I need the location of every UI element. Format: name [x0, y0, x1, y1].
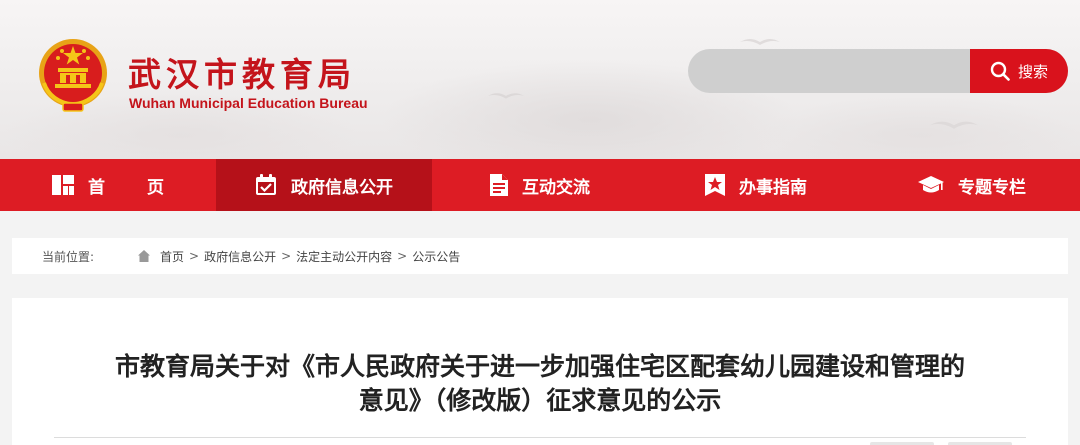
- breadcrumb-separator: >: [281, 249, 292, 263]
- bird-decoration-icon: [740, 39, 780, 45]
- breadcrumb-separator: >: [397, 249, 408, 263]
- bird-decoration-icon: [488, 93, 524, 99]
- site-title: 武汉市教育局: [128, 55, 356, 94]
- breadcrumb-link-statutory-disclosure[interactable]: 法定主动公开内容: [296, 248, 392, 265]
- article-title-line: 意见》（修改版）征求意见的公示: [358, 386, 722, 415]
- breadcrumb-link-government-info[interactable]: 政府信息公开: [204, 248, 276, 265]
- graduation-cap-icon: [918, 176, 944, 193]
- breadcrumb: 当前位置: 首页 > 政府信息公开 > 法定主动公开内容 > 公示公告: [12, 238, 1068, 274]
- nav-item-service-guide[interactable]: 办事指南: [648, 159, 864, 211]
- search-input[interactable]: [688, 49, 970, 93]
- search-icon: [990, 61, 1010, 81]
- breadcrumb-label: 当前位置:: [42, 249, 95, 264]
- divider: [54, 437, 1026, 438]
- article-panel: 市教育局关于对《市人民政府关于进一步加强住宅区配套幼儿园建设和管理的 意见》（修…: [12, 298, 1068, 445]
- site-header: 武汉市教育局 Wuhan Municipal Education Bureau …: [0, 0, 1080, 159]
- nav-item-home[interactable]: 首页: [0, 159, 216, 211]
- breadcrumb-separator: >: [189, 249, 200, 263]
- star-badge-icon: [705, 174, 725, 196]
- search-box: 搜索: [688, 49, 1068, 93]
- grid-icon: [52, 175, 74, 195]
- breadcrumb-link-announcements[interactable]: 公示公告: [412, 248, 460, 265]
- site-subtitle: Wuhan Municipal Education Bureau: [129, 95, 368, 111]
- bird-decoration-icon: [930, 121, 978, 129]
- nav-item-government-info[interactable]: 政府信息公开: [216, 159, 432, 211]
- nav-item-label: 互动交流: [522, 177, 590, 198]
- calendar-check-icon: [256, 174, 276, 195]
- article-title: 市教育局关于对《市人民政府关于进一步加强住宅区配套幼儿园建设和管理的 意见》（修…: [52, 350, 1028, 418]
- nav-item-special-topics[interactable]: 专题专栏: [864, 159, 1080, 211]
- search-button-label: 搜索: [1017, 62, 1048, 81]
- article-title-line: 市教育局关于对《市人民政府关于进一步加强住宅区配套幼儿园建设和管理的: [114, 352, 965, 381]
- background-mist: [760, 95, 1080, 159]
- nav-item-interaction[interactable]: 互动交流: [432, 159, 648, 211]
- national-emblem-icon: [39, 39, 107, 112]
- nav-item-label: 办事指南: [739, 177, 807, 198]
- nav-item-label: 首页: [88, 177, 206, 198]
- main-nav: 首页 政府信息公开 互动交流 办事指南 专题专栏: [0, 159, 1080, 211]
- nav-item-label: 政府信息公开: [291, 177, 393, 198]
- home-icon: [138, 250, 150, 262]
- document-icon: [490, 174, 508, 196]
- breadcrumb-link-home[interactable]: 首页: [160, 248, 184, 265]
- search-button[interactable]: 搜索: [970, 49, 1068, 93]
- nav-item-label: 专题专栏: [958, 177, 1026, 198]
